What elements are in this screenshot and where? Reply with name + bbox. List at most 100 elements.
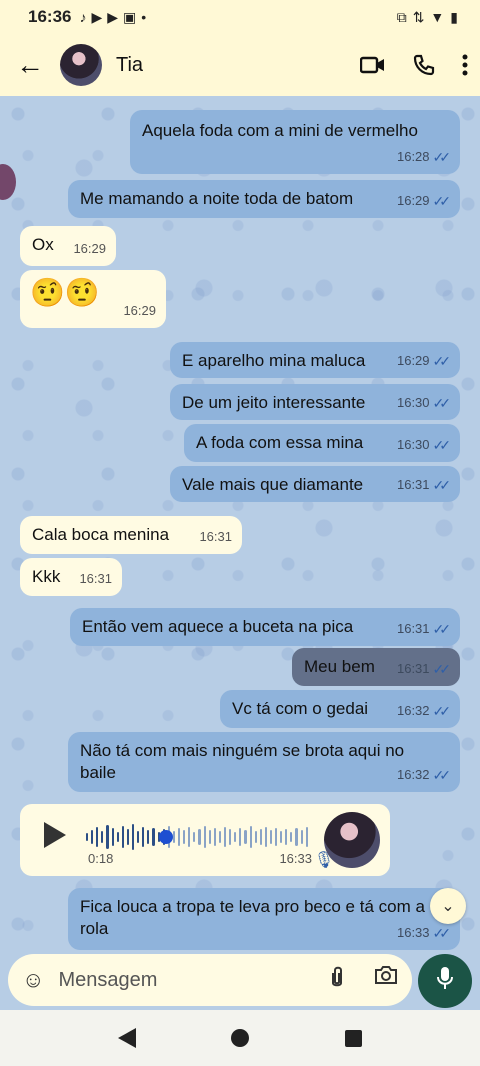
message-bubble[interactable]: Não tá com mais ninguém se brota aqui no… [68,732,460,792]
message-bubble[interactable]: 🤨🤨 16:29 [20,270,166,328]
message-bubble[interactable]: Vc tá com o gedai 16:32 ✓✓ [220,690,460,728]
message-text: 🤨🤨 [30,277,100,308]
message-bubble[interactable]: E aparelho mina maluca 16:29 ✓✓ [170,342,460,378]
app-icon: ▣ [123,8,137,25]
message-text: E aparelho mina maluca [182,351,366,370]
message-meta: 16:32 ✓✓ [397,700,452,722]
camera-icon[interactable] [374,965,398,995]
audio-message[interactable]: 0:18 16:33 🎙 [20,804,390,876]
message-text: Vc tá com o gedai [232,699,369,718]
message-meta: 16:28 ✓✓ [397,146,452,168]
message-input[interactable] [58,968,289,992]
attach-icon[interactable] [330,965,344,995]
waveform-bar [96,827,99,847]
waveform-bar [234,832,237,842]
contact-name[interactable]: Tia [116,54,143,77]
play-icon[interactable] [44,822,66,848]
waveform-bar [86,833,89,841]
read-ticks-icon: ✓✓ [432,395,452,411]
message-text: De um jeito interessante [182,393,366,412]
dot-icon: • [141,9,147,25]
tiktok-icon: ♪ [79,9,87,25]
waveform-bar [300,830,303,844]
read-ticks-icon: ✓✓ [432,661,452,677]
message-bubble[interactable]: Kkk 16:31 [20,558,122,596]
waveform-bar [295,828,298,846]
message-text: Vale mais que diamante [182,475,364,494]
waveform-bar [213,828,216,846]
message-bubble[interactable]: De um jeito interessante 16:30 ✓✓ [170,384,460,420]
youtube-icon: ▶ [91,8,103,25]
waveform-bar [111,828,114,846]
waveform-bar [229,829,232,845]
message-bubble[interactable]: Ox 16:29 [20,226,116,266]
message-meta: 16:29 ✓✓ [397,190,452,212]
phone-icon[interactable] [412,53,436,77]
message-text: Então vem aquece a buceta na pica [82,617,354,636]
message-text: Kkk [32,567,61,586]
overlay-bubble-icon[interactable] [0,164,16,200]
scroll-down-button[interactable]: ⌄ [430,888,466,924]
system-navbar [0,1010,480,1066]
read-ticks-icon: ✓✓ [432,193,452,209]
waveform-bar [193,832,196,842]
video-call-icon[interactable] [360,55,386,75]
message-bubble[interactable]: Vale mais que diamante 16:31 ✓✓ [170,466,460,502]
nav-recents-icon[interactable] [345,1029,363,1047]
composer-actions [330,965,398,995]
message-bubble[interactable]: Cala boca menina 16:31 [20,516,242,554]
waveform-bar [203,826,206,848]
waveform-bar [305,827,308,847]
composer: ☺ [8,954,412,1006]
message-bubble[interactable]: Fica louca a tropa te leva pro beco e tá… [68,888,460,950]
input-bar: ☺ [0,950,480,1010]
message-meta: 16:31 [199,529,232,544]
waveform-bar [244,830,247,844]
avatar[interactable] [60,44,102,86]
voice-record-button[interactable] [418,954,472,1008]
sticker-icon[interactable]: ☺ [22,967,44,993]
system-icons: ⧉ ⇅ ▼ ▮ [397,9,458,26]
message-bubble-selected[interactable]: Meu bem 16:31 ✓✓ [292,648,460,686]
waveform-bar [285,829,288,845]
message-bubble[interactable]: A foda com essa mina 16:30 ✓✓ [184,424,460,462]
message-meta: 16:32 ✓✓ [397,764,451,786]
message-meta: 16:33 ✓✓ [397,922,451,944]
audio-time: 16:33 [279,851,312,866]
waveform-bar [137,831,140,843]
message-bubble[interactable]: Então vem aquece a buceta na pica 16:31 ✓… [70,608,460,646]
message-bubble[interactable]: Aquela foda com a mini de vermelho 16:28… [130,110,460,174]
waveform-bar [126,829,129,845]
message-meta: 16:31 [79,571,112,586]
waveform-bar [269,830,273,844]
waveform-bar [147,830,150,844]
message-meta: 16:31 ✓✓ [397,474,451,496]
nav-home-icon[interactable] [231,1029,250,1047]
waveform-bar [280,831,283,843]
waveform-bar [131,824,135,850]
message-meta: 16:29 [73,241,106,256]
message-meta: 16:29 ✓✓ [397,350,451,372]
message-text: Aquela foda com a mini de vermelho [142,121,418,140]
message-text: Ox [32,235,54,254]
waveform-bar [264,827,267,847]
back-arrow-icon[interactable]: ← [12,49,48,81]
more-icon[interactable] [462,54,468,76]
message-bubble[interactable]: Me mamando a noite toda de batom 16:29 ✓✓ [68,180,460,218]
status-time: 16:36 [28,7,72,26]
chat-area[interactable]: Aquela foda com a mini de vermelho 16:28… [0,96,480,950]
notification-icons: ♪ ▶ ▶ ▣ • [79,9,146,26]
message-meta: 16:29 [123,303,156,318]
waveform-bar [106,825,109,849]
read-ticks-icon: ✓✓ [432,149,452,165]
waveform-bar [172,831,175,843]
read-ticks-icon: ✓✓ [432,703,452,719]
message-text: A foda com essa mina [196,433,364,452]
waveform-bar [218,831,221,843]
audio-seek-handle[interactable] [158,830,173,844]
waveform-bar [142,827,145,847]
waveform-bar [249,826,252,848]
nav-back-icon[interactable] [117,1028,136,1048]
audio-waveform[interactable] [86,824,308,850]
header-actions [360,53,468,77]
